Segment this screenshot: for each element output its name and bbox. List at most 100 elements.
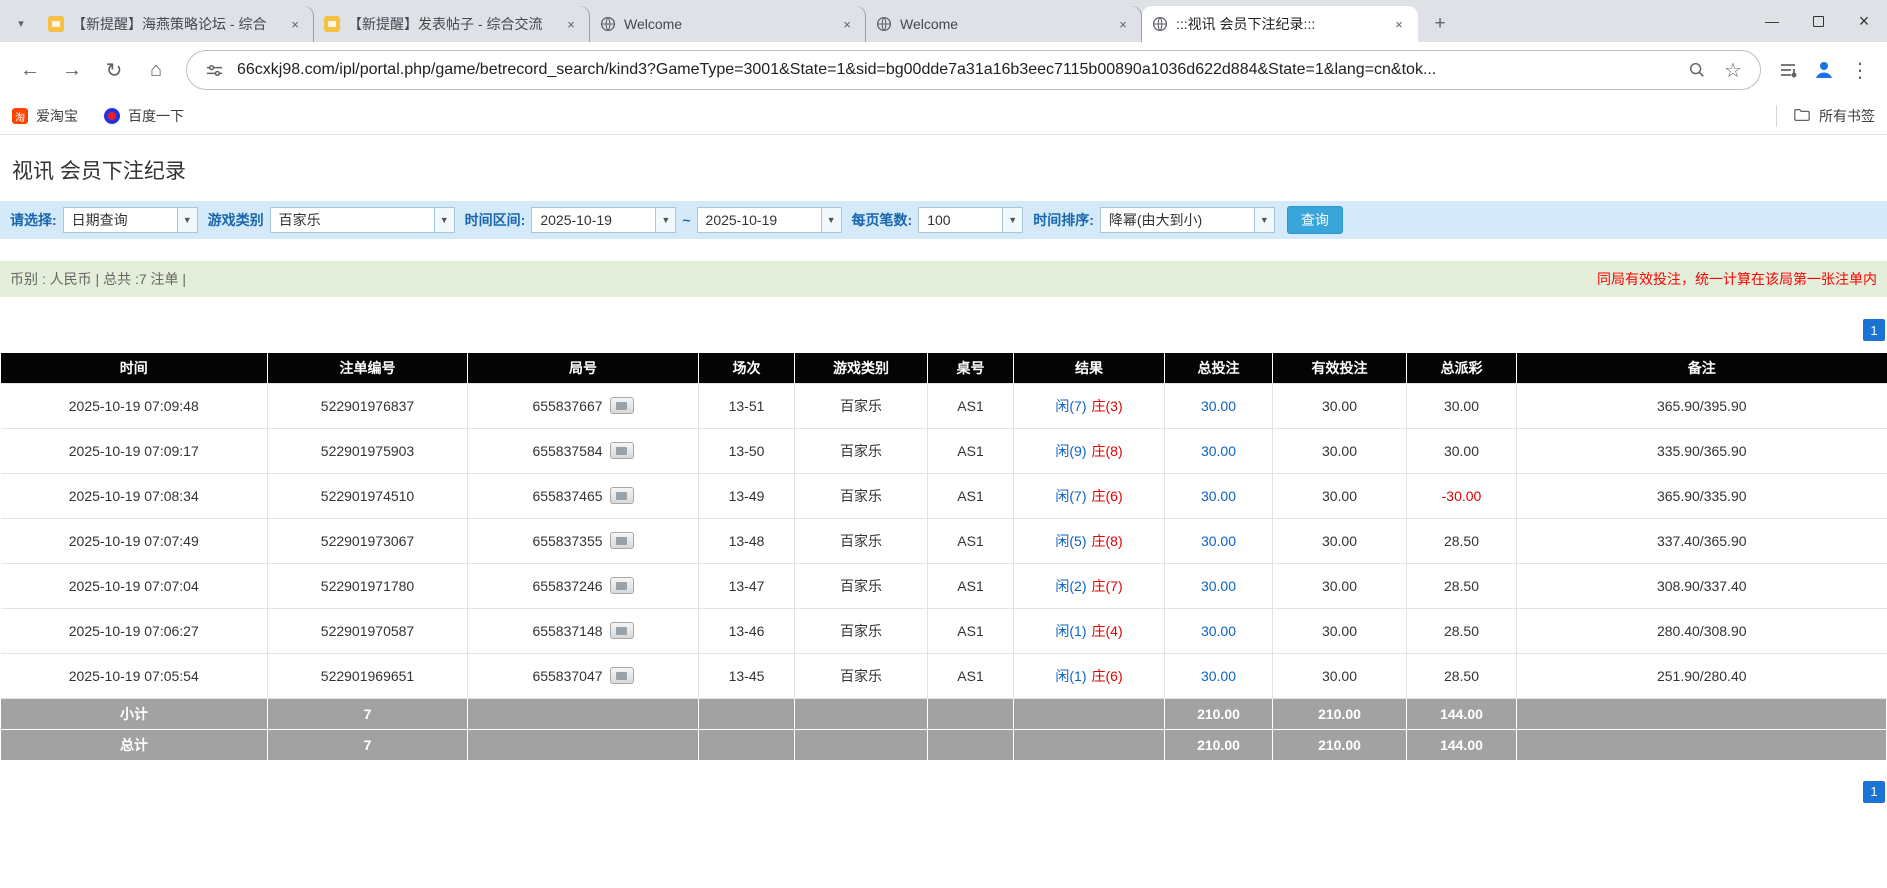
result-banker-link[interactable]: 庄(3) (1092, 398, 1123, 414)
query-type-value: 日期查询 (64, 208, 177, 232)
cell-time: 2025-10-19 07:05:54 (1, 653, 268, 698)
media-controls-icon[interactable] (1771, 53, 1805, 87)
result-banker-link[interactable]: 庄(4) (1092, 623, 1123, 639)
tab-welcome-2[interactable]: Welcome × (866, 6, 1142, 42)
search-button[interactable]: 查询 (1287, 206, 1343, 234)
video-replay-icon[interactable] (610, 667, 634, 684)
bookmark-taobao[interactable]: 淘 爱淘宝 (12, 106, 78, 126)
tab-close-icon[interactable]: × (838, 15, 856, 33)
bookmark-star-icon[interactable]: ☆ (1720, 57, 1746, 83)
total-bet-link[interactable]: 30.00 (1201, 533, 1236, 549)
forum-yellow-icon (48, 16, 64, 32)
reload-icon[interactable]: ↻ (94, 50, 134, 90)
cell-bet-id: 522901974510 (268, 473, 468, 518)
cell-table-no: AS1 (928, 653, 1014, 698)
cell-valid-bet: 30.00 (1273, 518, 1407, 563)
video-replay-icon[interactable] (610, 487, 634, 504)
table-row: 2025-10-19 07:07:04 522901971780 6558372… (1, 563, 1887, 608)
chevron-down-icon[interactable]: ▼ (434, 208, 454, 232)
bet-record-table: 时间 注单编号 局号 场次 游戏类别 桌号 结果 总投注 有效投注 总派彩 备注… (0, 353, 1887, 761)
filter-bar: 请选择: 日期查询 ▼ 游戏类别 百家乐 ▼ 时间区间: 2025-10-19 … (0, 201, 1887, 239)
cell-result: 闲(1) 庄(4) (1014, 608, 1165, 653)
result-player-link[interactable]: 闲(7) (1055, 488, 1086, 504)
subtotal-payout: 144.00 (1407, 698, 1517, 729)
total-bet-link[interactable]: 30.00 (1201, 668, 1236, 684)
window-close-icon[interactable]: × (1841, 0, 1887, 42)
result-banker-link[interactable]: 庄(8) (1092, 533, 1123, 549)
chevron-down-icon[interactable]: ▼ (655, 208, 675, 232)
video-replay-icon[interactable] (610, 397, 634, 414)
url-text[interactable]: 66cxkj98.com/ipl/portal.php/game/betreco… (237, 61, 1674, 79)
result-player-link[interactable]: 闲(9) (1055, 443, 1086, 459)
video-replay-icon[interactable] (610, 622, 634, 639)
total-bet-link[interactable]: 30.00 (1201, 443, 1236, 459)
col-total-bet: 总投注 (1165, 353, 1273, 383)
video-replay-icon[interactable] (610, 577, 634, 594)
total-bet-link[interactable]: 30.00 (1201, 488, 1236, 504)
result-banker-link[interactable]: 庄(8) (1092, 443, 1123, 459)
all-bookmarks-button[interactable]: 所有书签 (1776, 105, 1875, 127)
forward-icon[interactable]: → (52, 50, 92, 90)
cell-round-id: 655837584 (468, 428, 699, 473)
tilde-separator: ~ (682, 212, 690, 228)
total-valid-bet: 210.00 (1273, 729, 1407, 760)
page-number-button[interactable]: 1 (1863, 319, 1885, 341)
cell-time: 2025-10-19 07:07:49 (1, 518, 268, 563)
table-row: 2025-10-19 07:07:49 522901973067 6558373… (1, 518, 1887, 563)
tab-forum-2[interactable]: 【新提醒】发表帖子 - 综合交流 × (314, 6, 590, 42)
result-player-link[interactable]: 闲(5) (1055, 533, 1086, 549)
date-to-select[interactable]: 2025-10-19 ▼ (697, 207, 842, 233)
result-player-link[interactable]: 闲(1) (1055, 623, 1086, 639)
menu-dots-icon[interactable]: ⋮ (1843, 53, 1877, 87)
page-number-button[interactable]: 1 (1863, 781, 1885, 803)
col-valid-bet: 有效投注 (1273, 353, 1407, 383)
profile-avatar-icon[interactable] (1807, 53, 1841, 87)
cell-time: 2025-10-19 07:07:04 (1, 563, 268, 608)
total-bet-link[interactable]: 30.00 (1201, 623, 1236, 639)
game-type-select[interactable]: 百家乐 ▼ (270, 207, 455, 233)
round-id-text: 655837355 (532, 533, 602, 549)
result-player-link[interactable]: 闲(2) (1055, 578, 1086, 594)
tab-close-icon[interactable]: × (562, 15, 580, 33)
cell-round-id: 655837355 (468, 518, 699, 563)
minimize-icon[interactable]: — (1749, 0, 1795, 42)
subtotal-count: 7 (268, 698, 468, 729)
result-banker-link[interactable]: 庄(6) (1092, 488, 1123, 504)
round-id-text: 655837047 (532, 668, 602, 684)
bookmark-baidu[interactable]: 百度一下 (104, 106, 184, 126)
tab-close-icon[interactable]: × (1114, 15, 1132, 33)
subtotal-total-bet: 210.00 (1165, 698, 1273, 729)
tab-close-icon[interactable]: × (286, 15, 304, 33)
chevron-down-icon[interactable]: ▼ (1002, 208, 1022, 232)
new-tab-button[interactable]: + (1426, 10, 1454, 38)
tab-list-chevron-icon[interactable]: ▾ (8, 10, 34, 36)
cell-table-no: AS1 (928, 518, 1014, 563)
home-icon[interactable]: ⌂ (136, 50, 176, 90)
total-bet-link[interactable]: 30.00 (1201, 578, 1236, 594)
result-banker-link[interactable]: 庄(7) (1092, 578, 1123, 594)
tab-forum-1[interactable]: 【新提醒】海燕策略论坛 - 综合 × (38, 6, 314, 42)
sort-select[interactable]: 降幂(由大到小) ▼ (1100, 207, 1275, 233)
page-size-select[interactable]: 100 ▼ (918, 207, 1023, 233)
back-icon[interactable]: ← (10, 50, 50, 90)
tab-close-icon[interactable]: × (1390, 15, 1408, 33)
result-player-link[interactable]: 闲(7) (1055, 398, 1086, 414)
tab-bet-record-active[interactable]: :::视讯 会员下注纪录::: × (1142, 6, 1418, 42)
chevron-down-icon[interactable]: ▼ (1254, 208, 1274, 232)
chevron-down-icon[interactable]: ▼ (177, 208, 197, 232)
site-settings-icon[interactable] (201, 57, 227, 83)
date-from-select[interactable]: 2025-10-19 ▼ (531, 207, 676, 233)
cell-game-type: 百家乐 (795, 383, 928, 428)
page-title: 视讯 会员下注纪录 (0, 135, 1887, 201)
tab-welcome-1[interactable]: Welcome × (590, 6, 866, 42)
address-bar[interactable]: 66cxkj98.com/ipl/portal.php/game/betreco… (186, 50, 1761, 90)
query-type-select[interactable]: 日期查询 ▼ (63, 207, 198, 233)
maximize-icon[interactable] (1795, 0, 1841, 42)
chevron-down-icon[interactable]: ▼ (821, 208, 841, 232)
video-replay-icon[interactable] (610, 442, 634, 459)
video-replay-icon[interactable] (610, 532, 634, 549)
zoom-icon[interactable] (1684, 57, 1710, 83)
result-banker-link[interactable]: 庄(6) (1092, 668, 1123, 684)
total-bet-link[interactable]: 30.00 (1201, 398, 1236, 414)
result-player-link[interactable]: 闲(1) (1055, 668, 1086, 684)
